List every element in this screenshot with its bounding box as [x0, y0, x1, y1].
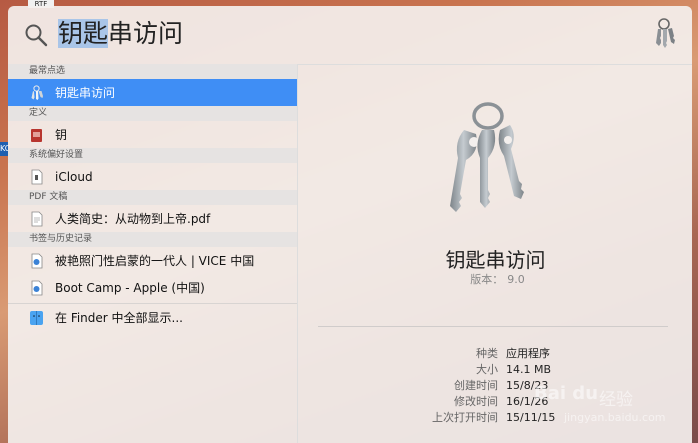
pdf-icon: [31, 211, 43, 226]
meta-key: 上次打开时间: [432, 411, 498, 424]
search-query-selected: 钥匙: [58, 19, 109, 48]
meta-row: 大小 14.1 MB: [398, 362, 555, 378]
dictionary-icon: [31, 128, 42, 142]
meta-key: 创建时间: [454, 379, 498, 392]
search-input[interactable]: 钥匙串访问: [58, 16, 183, 52]
keychain-icon: [656, 18, 675, 48]
result-item-bookmark[interactable]: Boot Camp - Apple (中国): [8, 274, 297, 301]
watermark-logo: Bai du: [534, 383, 599, 404]
section-header: 定义: [8, 106, 297, 121]
version-label: 版本：: [470, 273, 504, 286]
meta-row: 创建时间 15/8/23: [398, 378, 555, 394]
show-all-in-finder[interactable]: 在 Finder 中全部显示...: [8, 304, 297, 331]
bookmark-icon: [31, 280, 43, 295]
result-item-keychain-access[interactable]: 钥匙串访问: [8, 79, 297, 106]
keychain-app-icon: [450, 102, 524, 212]
meta-key: 大小: [476, 363, 498, 376]
preview-divider: [318, 326, 668, 327]
version-value: 9.0: [507, 273, 525, 286]
preview-version: 版本： 9.0: [298, 271, 692, 287]
watermark: Bai du 经验 jingyan.baidu.com: [534, 383, 684, 433]
result-item-label: 钥: [55, 128, 68, 142]
section-header: PDF 文稿: [8, 190, 297, 205]
result-item-label: iCloud: [55, 169, 93, 184]
meta-row: 上次打开时间 15/11/15: [398, 410, 555, 426]
result-item-definition[interactable]: 钥: [8, 121, 297, 148]
watermark-text: 经验: [599, 390, 633, 410]
meta-key: 修改时间: [454, 395, 498, 408]
result-item-label: 人类简史：从动物到上帝.pdf: [55, 212, 211, 226]
watermark-url: jingyan.baidu.com: [564, 411, 666, 424]
result-item-icloud[interactable]: iCloud: [8, 163, 297, 190]
meta-row: 种类 应用程序: [398, 346, 555, 362]
meta-value: 应用程序: [506, 347, 550, 360]
keychain-icon: [31, 84, 43, 100]
meta-row: 修改时间 16/1/26: [398, 394, 555, 410]
result-item-label: Boot Camp - Apple (中国): [55, 281, 205, 295]
metadata-table: 种类 应用程序 大小 14.1 MB 创建时间 15/8/23 修改时间 16/1/26…: [398, 346, 555, 426]
section-header: 系统偏好设置: [8, 148, 297, 163]
results-list: 最常点选 钥匙串访问 定义 钥 系统偏好设置 iCloud PDF 文稿 人类简…: [8, 64, 297, 443]
meta-key: 种类: [476, 347, 498, 360]
spotlight-panel: 钥匙串访问 最常点选 钥匙串访问 定义 钥 系统偏好设置 iCloud PDF …: [8, 6, 692, 443]
result-item-bookmark[interactable]: 被艳照门性启蒙的一代人 | VICE 中国: [8, 247, 297, 274]
document-icon: [31, 169, 43, 184]
section-header: 书签与历史记录: [8, 232, 297, 247]
preview-title: 钥匙串访问: [445, 248, 546, 272]
result-item-label: 钥匙串访问: [55, 86, 116, 100]
search-query-rest: 串访问: [108, 19, 184, 48]
finder-icon: [30, 310, 43, 325]
bookmark-icon: [31, 253, 43, 268]
desktop-edge-label: KC: [0, 142, 10, 156]
finder-label: 在 Finder 中全部显示...: [55, 311, 183, 325]
search-bar[interactable]: 钥匙串访问: [8, 6, 692, 65]
section-header: 最常点选: [8, 64, 297, 79]
search-icon: [25, 24, 48, 47]
result-item-pdf[interactable]: 人类简史：从动物到上帝.pdf: [8, 205, 297, 232]
result-item-label: 被艳照门性启蒙的一代人 | VICE 中国: [55, 254, 255, 268]
meta-value: 14.1 MB: [506, 363, 552, 376]
